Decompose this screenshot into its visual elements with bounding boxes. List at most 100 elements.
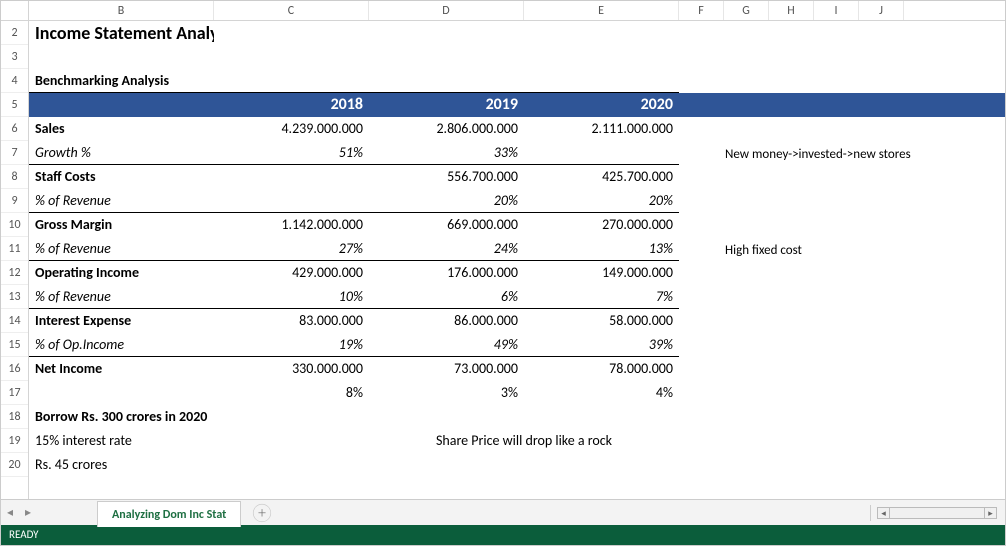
col-header-D[interactable]: D xyxy=(369,1,524,20)
row-header-5[interactable]: 5 xyxy=(1,93,28,117)
cell-C6[interactable]: 4.239.000.000 xyxy=(214,117,369,141)
row-header-17[interactable]: 17 xyxy=(1,381,28,405)
cell-B19[interactable]: 15% interest rate xyxy=(29,429,214,453)
cell-B12[interactable]: Operating Income xyxy=(29,261,214,285)
cell-D13[interactable]: 6% xyxy=(369,285,524,309)
col-header-C[interactable]: C xyxy=(214,1,369,20)
cell-C5-year[interactable]: 2018 xyxy=(214,93,369,117)
cell-D15[interactable]: 49% xyxy=(369,333,524,357)
horizontal-scrollbar[interactable]: ◂ ▸ xyxy=(877,507,997,519)
cell-G11-note[interactable]: High fixed cost xyxy=(725,243,802,258)
cell-E9[interactable]: 20% xyxy=(524,189,679,213)
cell-B10[interactable]: Gross Margin xyxy=(29,213,214,237)
row-header-3[interactable]: 3 xyxy=(1,45,28,69)
scroll-right-icon[interactable]: ▸ xyxy=(984,508,996,518)
cell-B13[interactable]: % of Revenue xyxy=(29,285,214,309)
cell-E7[interactable] xyxy=(524,141,679,165)
cell-D6[interactable]: 2.806.000.000 xyxy=(369,117,524,141)
cell-C13[interactable]: 10% xyxy=(214,285,369,309)
row-header-20[interactable]: 20 xyxy=(1,453,28,477)
cell-D11[interactable]: 24% xyxy=(369,237,524,261)
new-sheet-button[interactable]: ＋ xyxy=(253,503,271,521)
cell-C17[interactable]: 8% xyxy=(214,381,369,405)
cell-B15[interactable]: % of Op.Income xyxy=(29,333,214,357)
cell-B5[interactable] xyxy=(29,93,214,117)
cell-B9[interactable]: % of Revenue xyxy=(29,189,214,213)
cell-D17[interactable]: 3% xyxy=(369,381,524,405)
cell-B17[interactable] xyxy=(29,381,214,405)
col-header-H[interactable]: H xyxy=(769,1,814,20)
cell-D8[interactable]: 556.700.000 xyxy=(369,165,524,189)
row-header-18[interactable]: 18 xyxy=(1,405,28,429)
sheet-tab-active[interactable]: Analyzing Dom Inc Stat xyxy=(97,501,241,527)
row-header-7[interactable]: 7 xyxy=(1,141,28,165)
row-header-4[interactable]: 4 xyxy=(1,69,28,93)
column-headers: B C D E F G H I J A xyxy=(1,1,1005,21)
cell-E10[interactable]: 270.000.000 xyxy=(524,213,679,237)
cell-C15[interactable]: 19% xyxy=(214,333,369,357)
row-header-12[interactable]: 12 xyxy=(1,261,28,285)
cell-C9[interactable] xyxy=(214,189,369,213)
cell-B6[interactable]: Sales xyxy=(29,117,214,141)
cell-D19[interactable]: Share Price will drop like a rock xyxy=(369,429,679,453)
row-header-14[interactable]: 14 xyxy=(1,309,28,333)
cell-E6[interactable]: 2.111.000.000 xyxy=(524,117,679,141)
cell-B20[interactable]: Rs. 45 crores xyxy=(29,453,214,477)
cell-E13[interactable]: 7% xyxy=(524,285,679,309)
cell-D7[interactable]: 33% xyxy=(369,141,524,165)
cell-B11[interactable]: % of Revenue xyxy=(29,237,214,261)
sheet-tab-bar: ◂ ▸ Analyzing Dom Inc Stat ＋ ◂ ▸ xyxy=(1,499,1005,525)
cell-E16[interactable]: 78.000.000 xyxy=(524,357,679,381)
row-header-8[interactable]: 8 xyxy=(1,165,28,189)
cell-E17[interactable]: 4% xyxy=(524,381,679,405)
cell-B14[interactable]: Interest Expense xyxy=(29,309,214,333)
cell-E5-year[interactable]: 2020 xyxy=(524,93,679,117)
cell-E14[interactable]: 58.000.000 xyxy=(524,309,679,333)
cell-C14[interactable]: 83.000.000 xyxy=(214,309,369,333)
cell-D12[interactable]: 176.000.000 xyxy=(369,261,524,285)
row-header-10[interactable]: 10 xyxy=(1,213,28,237)
row-header-9[interactable]: 9 xyxy=(1,189,28,213)
col-header-F[interactable]: F xyxy=(679,1,724,20)
cell-B18[interactable]: Borrow Rs. 300 crores in 2020 xyxy=(29,405,679,429)
cell-C11[interactable]: 27% xyxy=(214,237,369,261)
col-header-G[interactable]: G xyxy=(724,1,769,20)
cell-C7[interactable]: 51% xyxy=(214,141,369,165)
row-header-19[interactable]: 19 xyxy=(1,429,28,453)
cell-B4-subtitle[interactable]: Benchmarking Analysis xyxy=(29,69,214,93)
cell-D10[interactable]: 669.000.000 xyxy=(369,213,524,237)
cell-E12[interactable]: 149.000.000 xyxy=(524,261,679,285)
row-header-15[interactable]: 15 xyxy=(1,333,28,357)
row-header-16[interactable]: 16 xyxy=(1,357,28,381)
cell-C10[interactable]: 1.142.000.000 xyxy=(214,213,369,237)
row-header-11[interactable]: 11 xyxy=(1,237,28,261)
cell-C12[interactable]: 429.000.000 xyxy=(214,261,369,285)
cell-C8[interactable] xyxy=(214,165,369,189)
cell-E11[interactable]: 13% xyxy=(524,237,679,261)
col-header-B[interactable]: B xyxy=(29,1,214,20)
col-header-I[interactable]: I xyxy=(814,1,859,20)
row-header-13[interactable]: 13 xyxy=(1,285,28,309)
cell-E15[interactable]: 39% xyxy=(524,333,679,357)
tab-nav-first-icon[interactable]: ◂ xyxy=(1,505,19,520)
row-header-6[interactable]: 6 xyxy=(1,117,28,141)
cell-D16[interactable]: 73.000.000 xyxy=(369,357,524,381)
scroll-left-icon[interactable]: ◂ xyxy=(878,508,890,518)
cell-B8[interactable]: Staff Costs xyxy=(29,165,214,189)
cell-G7-note[interactable]: New money->invested->new stores xyxy=(725,147,911,162)
tab-nav-next-icon[interactable]: ▸ xyxy=(19,505,37,520)
row-header-2[interactable]: 2 xyxy=(1,21,28,45)
cell-B7[interactable]: Growth % xyxy=(29,141,214,165)
cell-B16[interactable]: Net Income xyxy=(29,357,214,381)
select-all-corner[interactable] xyxy=(1,1,29,20)
cell-B2-title[interactable]: Income Statement Analysis xyxy=(29,21,214,45)
cell-D5-year[interactable]: 2019 xyxy=(369,93,524,117)
tab-separator xyxy=(870,505,871,521)
col-header-E[interactable]: E xyxy=(524,1,679,20)
cell-D9[interactable]: 20% xyxy=(369,189,524,213)
cell-D14[interactable]: 86.000.000 xyxy=(369,309,524,333)
cells-area[interactable]: Income Statement Analysis Benchmarking A… xyxy=(29,21,1005,499)
cell-E8[interactable]: 425.700.000 xyxy=(524,165,679,189)
col-header-J[interactable]: J xyxy=(859,1,904,20)
cell-C16[interactable]: 330.000.000 xyxy=(214,357,369,381)
